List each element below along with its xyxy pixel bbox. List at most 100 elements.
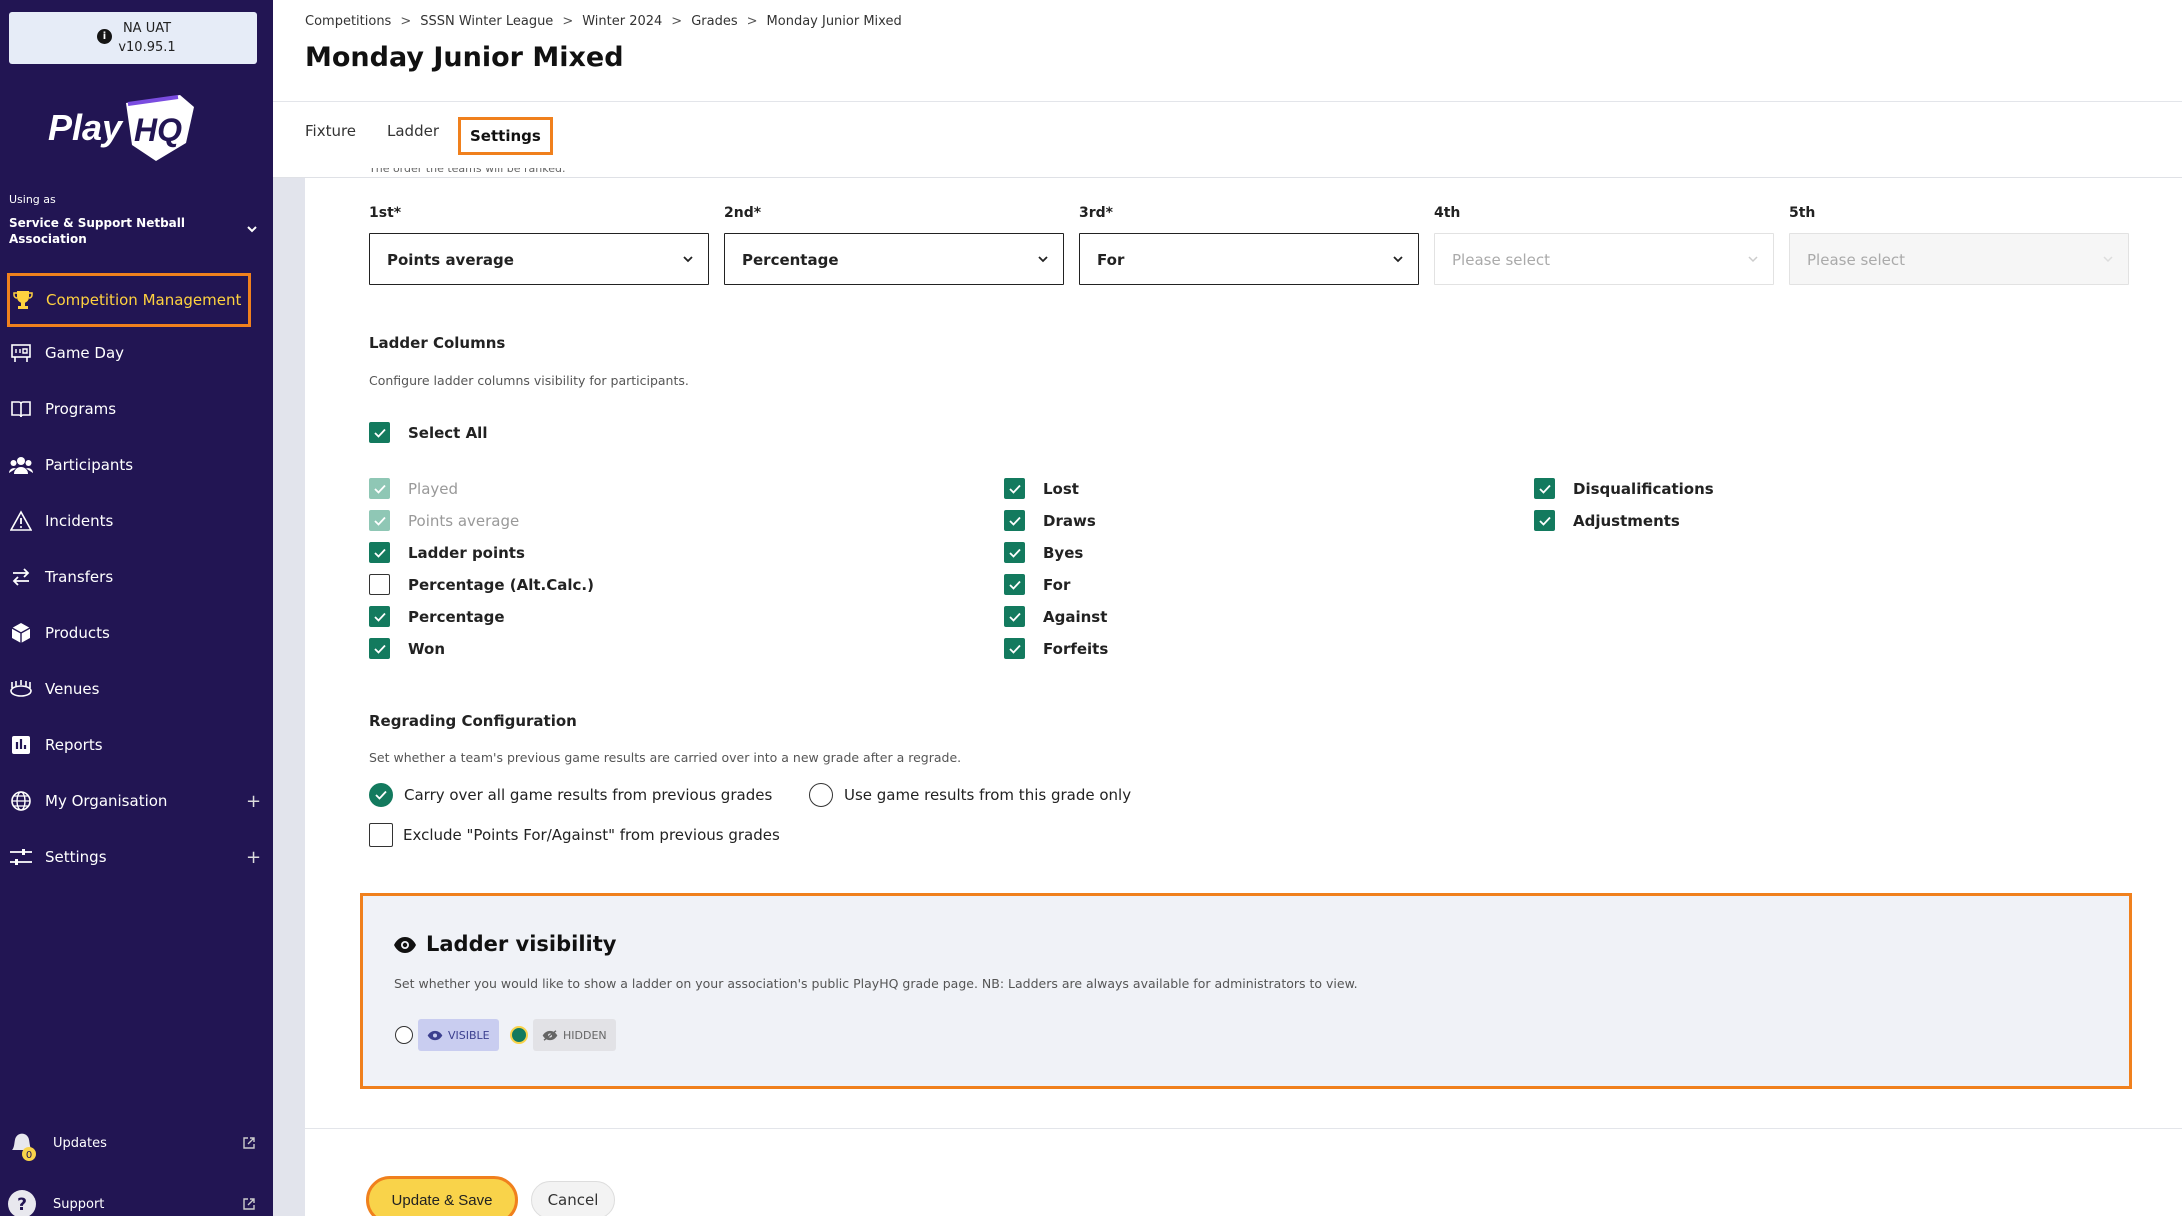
breadcrumb-item[interactable]: Grades [691, 14, 737, 29]
nav-participants[interactable]: Participants [0, 439, 273, 491]
sidebar: i NA UAT v10.95.1 Play HQ Using as Servi… [0, 0, 273, 1216]
rank-select-2[interactable]: Percentage [724, 233, 1064, 285]
expand-icon[interactable]: + [246, 791, 261, 812]
breadcrumb-item[interactable]: Winter 2024 [582, 14, 662, 29]
nav-settings[interactable]: Settings + [0, 831, 273, 883]
eye-off-icon [542, 1029, 558, 1041]
rank-label-1: 1st* [369, 205, 402, 221]
column-checkbox-forfeits[interactable]: Forfeits [1004, 638, 1108, 659]
column-checkbox-disqualifications[interactable]: Disqualifications [1534, 478, 1714, 499]
rank-select-1[interactable]: Points average [369, 233, 709, 285]
radio-this-grade-only[interactable]: Use game results from this grade only [809, 783, 1131, 807]
column-checkbox-lost[interactable]: Lost [1004, 478, 1079, 499]
select-value: Points average [387, 251, 514, 269]
select-value: Please select [1452, 251, 1551, 269]
chevron-down-icon [2103, 256, 2113, 263]
breadcrumb-item[interactable]: Competitions [305, 14, 391, 29]
org-name-line1: Service & Support Netball [9, 216, 185, 230]
column-checkbox-for[interactable]: For [1004, 574, 1070, 595]
exclude-points-checkbox[interactable]: Exclude "Points For/Against" from previo… [369, 823, 780, 847]
scoreboard-icon [9, 341, 33, 365]
nav-reports[interactable]: Reports [0, 719, 273, 771]
bell-icon: 0 [12, 1133, 36, 1161]
nav-label: Game Day [45, 344, 125, 362]
check-icon [1004, 542, 1025, 563]
check-icon [369, 638, 390, 659]
nav-programs[interactable]: Programs [0, 383, 273, 435]
ladder-columns-desc: Configure ladder columns visibility for … [369, 373, 689, 388]
nav-transfers[interactable]: Transfers [0, 551, 273, 603]
chip-label: VISIBLE [448, 1028, 490, 1042]
radio-visible[interactable] [395, 1026, 413, 1044]
rank-label-4: 4th [1434, 205, 1461, 221]
breadcrumb-current: Monday Junior Mixed [766, 14, 902, 29]
sliders-icon [9, 845, 33, 869]
checkbox-label: Percentage [408, 607, 505, 626]
eye-icon [427, 1030, 443, 1040]
column-checkbox-against[interactable]: Against [1004, 606, 1107, 627]
column-checkbox-ladder-points[interactable]: Ladder points [369, 542, 525, 563]
rank-select-3[interactable]: For [1079, 233, 1419, 285]
hidden-chip[interactable]: HIDDEN [533, 1019, 616, 1051]
scroll-gutter [273, 178, 305, 1216]
external-link-icon [243, 1198, 255, 1210]
breadcrumb-item[interactable]: SSSN Winter League [420, 14, 553, 29]
checkbox-label: Adjustments [1573, 511, 1680, 530]
checkbox-box [369, 823, 393, 847]
nav-label: Settings [45, 848, 107, 866]
column-checkbox-percentage-alt[interactable]: Percentage (Alt.Calc.) [369, 574, 594, 595]
rank-select-5[interactable]: Please select [1789, 233, 2129, 285]
nav-support[interactable]: ? Support [0, 1185, 273, 1216]
nav-label: Participants [45, 456, 134, 474]
column-checkbox-percentage[interactable]: Percentage [369, 606, 505, 627]
select-all-checkbox[interactable]: Select All [369, 422, 487, 443]
cancel-button[interactable]: Cancel [531, 1181, 615, 1216]
column-checkbox-draws[interactable]: Draws [1004, 510, 1096, 531]
nav-products[interactable]: Products [0, 607, 273, 659]
radio-carry-over[interactable]: Carry over all game results from previou… [369, 783, 772, 807]
radio-hidden-selected[interactable] [510, 1026, 528, 1044]
check-icon [369, 510, 390, 531]
svg-text:Play: Play [48, 107, 124, 148]
nav-competition-management[interactable]: Competition Management [7, 273, 251, 327]
nav-incidents[interactable]: Incidents [0, 495, 273, 547]
playhq-logo[interactable]: Play HQ [48, 95, 198, 165]
stadium-icon [9, 677, 33, 701]
column-checkbox-won[interactable]: Won [369, 638, 445, 659]
checkbox-label: Played [408, 479, 459, 498]
check-icon [1534, 478, 1555, 499]
checkbox-label: Against [1043, 607, 1108, 626]
nav-label: Incidents [45, 512, 114, 530]
visible-chip[interactable]: VISIBLE [418, 1019, 499, 1051]
regrading-title: Regrading Configuration [369, 712, 577, 730]
checkbox-label: For [1043, 575, 1071, 594]
book-icon [9, 397, 33, 421]
help-icon: ? [8, 1190, 36, 1216]
ranking-helper-text: The order the teams will be ranked. [369, 168, 566, 175]
checkbox-label: Points average [408, 511, 520, 530]
checkbox-label: Select All [408, 423, 488, 442]
column-checkbox-byes[interactable]: Byes [1004, 542, 1083, 563]
updates-badge: 0 [26, 1150, 32, 1161]
check-icon [369, 478, 390, 499]
tab-ladder[interactable]: Ladder [387, 122, 439, 140]
check-icon [369, 542, 390, 563]
chevron-down-icon[interactable] [245, 222, 259, 236]
warning-icon [9, 509, 33, 533]
check-icon [1004, 606, 1025, 627]
rank-select-4[interactable]: Please select [1434, 233, 1774, 285]
nav-my-organisation[interactable]: My Organisation + [0, 775, 273, 827]
tab-settings[interactable]: Settings [458, 117, 553, 155]
column-checkbox-adjustments[interactable]: Adjustments [1534, 510, 1680, 531]
nav-venues[interactable]: Venues [0, 663, 273, 715]
rank-label-3: 3rd* [1079, 205, 1113, 221]
update-save-button[interactable]: Update & Save [366, 1176, 518, 1216]
org-selector[interactable]: Service & Support Netball Association [9, 215, 209, 247]
column-checkbox-points-average[interactable]: Points average [369, 510, 519, 531]
nav-game-day[interactable]: Game Day [0, 327, 273, 379]
tab-fixture[interactable]: Fixture [305, 122, 356, 140]
expand-icon[interactable]: + [246, 847, 261, 868]
info-icon: i [97, 29, 112, 44]
column-checkbox-played[interactable]: Played [369, 478, 458, 499]
nav-updates[interactable]: 0 Updates [0, 1124, 273, 1164]
